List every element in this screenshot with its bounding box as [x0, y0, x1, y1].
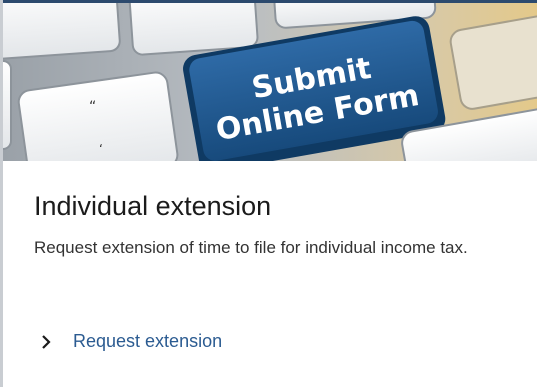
request-extension-link-row[interactable]: Request extension — [41, 331, 222, 352]
card-description: Request extension of time to file for in… — [34, 238, 468, 257]
request-extension-link[interactable]: Request extension — [73, 331, 222, 352]
extension-card: “ ‘ Submit Online Form Individual extens… — [0, 0, 537, 387]
hero-image: “ ‘ Submit Online Form — [3, 0, 537, 161]
chevron-right-icon — [42, 334, 51, 349]
card-title: Individual extension — [34, 191, 272, 221]
card-body: Individual extension Request extension o… — [3, 161, 537, 387]
svg-text:‘: ‘ — [99, 142, 103, 156]
svg-text:“: “ — [89, 99, 96, 115]
